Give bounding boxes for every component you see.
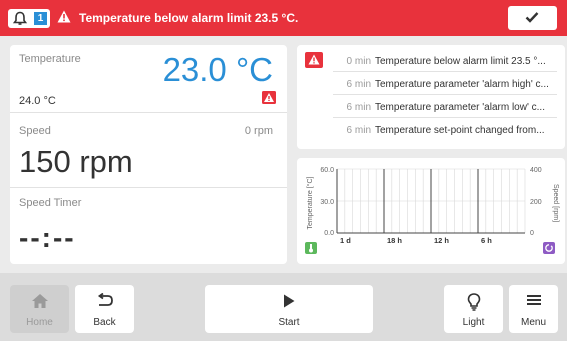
alarm-count: 1 <box>34 12 47 25</box>
event-alarm-icon <box>305 52 323 68</box>
temperature-legend-icon <box>305 242 317 254</box>
hamburger-menu-icon <box>526 295 541 305</box>
warning-icon <box>57 10 71 23</box>
back-button[interactable]: Back <box>75 285 134 333</box>
left-axis-label: Temperature [°C] <box>306 176 314 229</box>
speed-legend-icon <box>543 242 555 254</box>
x-tick-label: 1 d <box>340 236 351 245</box>
bottom-nav-bar: Home Back Start Light Menu <box>0 273 567 341</box>
event-time: 6 min <box>346 125 371 136</box>
start-label: Start <box>278 317 300 328</box>
trend-chart-panel[interactable]: Temperature [°C] Speed [rpm] 1 d 18 h 12 h… <box>297 158 565 264</box>
play-icon <box>284 294 295 308</box>
event-time: 6 min <box>346 102 371 113</box>
light-button[interactable]: Light <box>444 285 503 333</box>
checkmark-icon <box>525 12 539 23</box>
right-tick-label: 200 <box>530 199 542 206</box>
alarm-bar[interactable]: 1 Temperature below alarm limit 23.5 °C. <box>0 0 567 36</box>
lightbulb-icon <box>467 293 480 311</box>
event-log-panel[interactable]: 0 min Temperature below alarm limit 23.5… <box>297 45 565 149</box>
event-text: Temperature below alarm limit 23.5 °... <box>375 56 546 67</box>
x-tick-label: 18 h <box>387 236 402 245</box>
status-panel: Temperature 23.0 °C 24.0 °C Speed 0 rpm … <box>10 45 287 264</box>
back-arrow-icon <box>97 293 113 306</box>
event-row[interactable]: 6 min Temperature parameter 'alarm low' … <box>333 97 557 118</box>
temperature-label: Temperature <box>19 53 81 65</box>
back-label: Back <box>93 317 116 328</box>
menu-label: Menu <box>520 317 546 328</box>
x-tick-label: 6 h <box>481 236 492 245</box>
event-time: 0 min <box>346 56 371 67</box>
start-button[interactable]: Start <box>205 285 373 333</box>
chart-grid <box>336 168 526 234</box>
event-text: Temperature set-point changed from... <box>375 125 545 136</box>
temperature-value[interactable]: 23.0 °C <box>163 51 273 89</box>
event-time: 6 min <box>346 79 371 90</box>
light-label: Light <box>462 317 485 328</box>
event-row[interactable]: 0 min Temperature below alarm limit 23.5… <box>333 51 557 72</box>
left-tick-label: 0.0 <box>324 230 334 237</box>
event-text: Temperature parameter 'alarm low' c... <box>375 102 545 113</box>
x-tick-label: 12 h <box>434 236 449 245</box>
speed-actual: 0 rpm <box>244 125 273 137</box>
home-label: Home <box>26 317 53 328</box>
home-button[interactable]: Home <box>10 285 69 333</box>
left-tick-label: 60.0 <box>320 167 334 174</box>
alarm-counter[interactable]: 1 <box>8 9 50 28</box>
left-tick-label: 30.0 <box>320 199 334 206</box>
bell-icon <box>12 11 28 25</box>
menu-button[interactable]: Menu <box>509 285 558 333</box>
trend-chart: Temperature [°C] Speed [rpm] 1 d 18 h 12 h… <box>305 167 559 254</box>
acknowledge-button[interactable] <box>508 6 557 30</box>
event-row[interactable]: 6 min Temperature parameter 'alarm high'… <box>333 74 557 95</box>
divider <box>10 112 287 113</box>
event-row[interactable]: 6 min Temperature set-point changed from… <box>333 120 557 141</box>
speed-label: Speed <box>19 125 51 137</box>
alarm-message: Temperature below alarm limit 23.5 °C. <box>79 11 299 25</box>
temperature-setpoint[interactable]: 24.0 °C <box>19 95 56 107</box>
home-icon <box>31 294 48 308</box>
temperature-alarm-icon <box>262 91 276 104</box>
divider <box>10 187 287 188</box>
speed-timer-label: Speed Timer <box>19 197 82 209</box>
speed-timer-value[interactable]: --:-- <box>19 222 76 254</box>
right-tick-label: 0 <box>530 230 534 237</box>
right-axis-label: Speed [rpm] <box>552 184 559 222</box>
event-text: Temperature parameter 'alarm high' c... <box>375 79 549 90</box>
speed-value[interactable]: 150 rpm <box>19 144 133 180</box>
right-tick-label: 400 <box>530 167 542 174</box>
